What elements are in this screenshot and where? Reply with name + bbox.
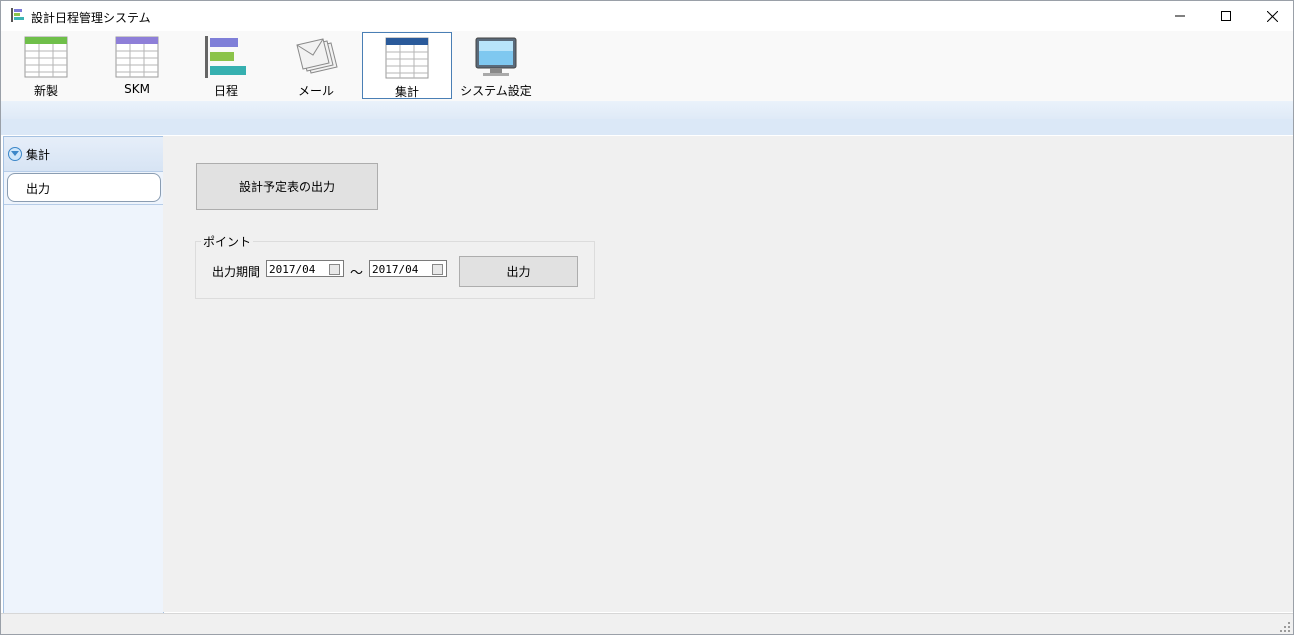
to-date-value: 2017/04: [372, 263, 419, 276]
divider: [4, 204, 163, 205]
app-icon: [11, 8, 24, 22]
export-schedule-label: 設計予定表の出力: [238, 180, 335, 194]
point-group-title: ポイント: [201, 233, 254, 250]
output-button[interactable]: 出力: [459, 256, 578, 287]
toolbar-label: SKM: [124, 82, 150, 96]
date-range-separator: ～: [350, 266, 364, 281]
minimize-icon: [1175, 15, 1185, 17]
window-title: 設計日程管理システム: [31, 11, 151, 25]
title-bar: 設計日程管理システム: [1, 1, 1293, 31]
toolbar-summary-button[interactable]: 集計: [362, 32, 452, 99]
app-window: 設計日程管理システム 新製 SKM 日程 メール 集計 システム設定 集計 出力…: [0, 0, 1294, 635]
toolbar-schedule-button[interactable]: 日程: [186, 31, 266, 99]
toolbar-label: 日程: [213, 84, 238, 98]
export-schedule-button[interactable]: 設計予定表の出力: [196, 163, 378, 210]
collapse-icon: [8, 147, 22, 161]
sidebar: 集計 出力: [3, 136, 164, 614]
table-purple-icon: [115, 36, 159, 78]
table-blue-icon: [385, 37, 429, 79]
calendar-icon[interactable]: [329, 264, 340, 275]
output-button-label: 出力: [506, 265, 531, 279]
close-icon: [1266, 10, 1278, 22]
to-date-picker[interactable]: 2017/04: [369, 260, 447, 277]
period-label: 出力期間: [212, 265, 261, 279]
sidebar-item-label: 出力: [26, 182, 51, 196]
toolbar-mail-button[interactable]: メール: [276, 31, 356, 99]
minimize-button[interactable]: [1157, 1, 1203, 31]
mail-icon: [296, 38, 338, 74]
toolbar-label: 集計: [394, 85, 419, 99]
maximize-icon: [1221, 11, 1231, 21]
toolbar-label: 新製: [33, 84, 58, 98]
resize-grip-icon[interactable]: [1280, 622, 1290, 632]
close-button[interactable]: [1249, 1, 1293, 31]
from-date-picker[interactable]: 2017/04: [266, 260, 344, 277]
maximize-button[interactable]: [1203, 1, 1249, 31]
sidebar-group-label: 集計: [26, 148, 51, 162]
main-panel: 設計予定表の出力 ポイント 出力期間 2017/04 ～ 2017/04 出力: [163, 136, 1293, 612]
ribbon-toolbar: 新製 SKM 日程 メール 集計 システム設定: [1, 31, 1293, 101]
toolbar-label: メール: [297, 84, 334, 98]
toolbar-new-button[interactable]: 新製: [6, 31, 86, 99]
ribbon-band-lower: [1, 119, 1293, 135]
sidebar-item-output[interactable]: 出力: [7, 173, 161, 202]
ribbon-band: [1, 101, 1293, 119]
table-green-icon: [24, 36, 68, 78]
from-date-value: 2017/04: [269, 263, 316, 276]
toolbar-label: システム設定: [460, 84, 532, 98]
calendar-icon[interactable]: [432, 264, 443, 275]
sidebar-group-header[interactable]: 集計: [4, 137, 163, 172]
gantt-icon: [205, 36, 246, 78]
toolbar-system-settings-button[interactable]: システム設定: [456, 31, 536, 99]
toolbar-skm-button[interactable]: SKM: [97, 31, 177, 99]
monitor-icon: [475, 37, 517, 76]
status-bar: [1, 613, 1293, 634]
